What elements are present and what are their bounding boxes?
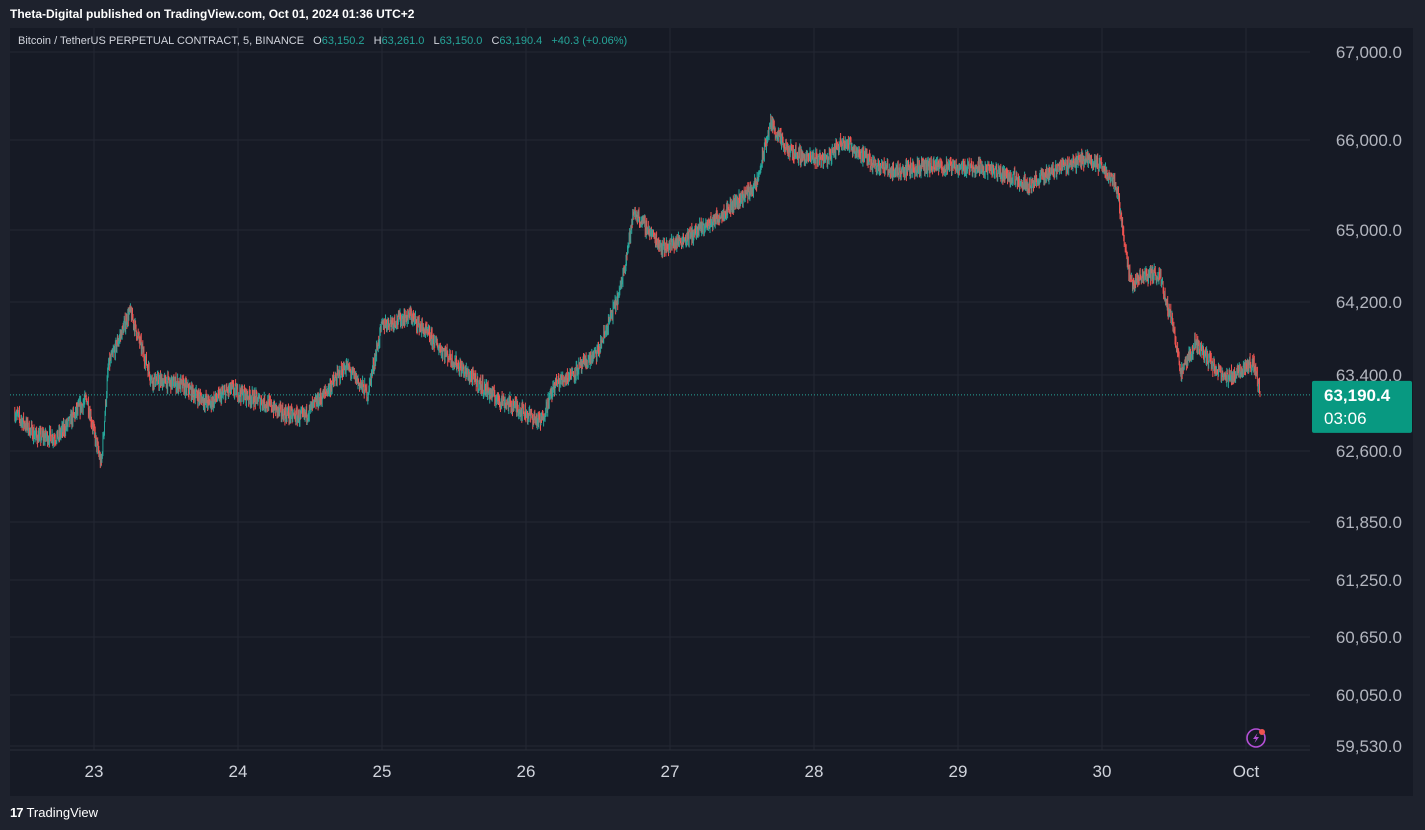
y-tick-label: 61,250.0 [1336, 571, 1402, 590]
x-tick-label: 28 [805, 762, 824, 781]
y-tick-label: 61,850.0 [1336, 513, 1402, 532]
footer-bar: 17 TradingView [0, 796, 1425, 830]
y-tick-label: 64,200.0 [1336, 293, 1402, 312]
y-tick-label: 66,000.0 [1336, 131, 1402, 150]
price-badge-price: 63,190.4 [1324, 386, 1391, 405]
x-tick-label: 23 [85, 762, 104, 781]
y-tick-label: 60,050.0 [1336, 686, 1402, 705]
open-value: 63,150.2 [321, 35, 365, 47]
open-label: O [313, 35, 322, 47]
price-badge: 63,190.4 03:06 [1312, 380, 1412, 433]
y-tick-label: 62,600.0 [1336, 442, 1402, 461]
tradingview-brand[interactable]: 17 TradingView [10, 805, 98, 820]
x-axis[interactable]: 23 24 25 26 27 28 29 30 Oct [85, 762, 1260, 781]
chart-area[interactable]: 67,000.0 66,000.0 65,000.0 64,200.0 63,400.0… [10, 28, 1413, 796]
candlestick-chart[interactable]: 67,000.066,000.065,000.064,200.063,400.0… [10, 28, 1413, 796]
y-tick-label: 60,650.0 [1336, 628, 1402, 647]
published-info: Theta-Digital published on TradingView.c… [10, 7, 415, 21]
x-tick-label: 24 [229, 762, 248, 781]
high-label: H [373, 35, 382, 47]
close-value: 63,190.4 [499, 35, 543, 47]
x-tick-label: Oct [1233, 762, 1260, 781]
x-tick-label: 26 [517, 762, 536, 781]
x-tick-label: 30 [1093, 762, 1112, 781]
brand-name: TradingView [26, 805, 99, 820]
low-value: 63,150.0 [439, 35, 483, 47]
grid [10, 28, 1310, 751]
y-tick-label: 67,000.0 [1336, 43, 1402, 62]
candles [14, 113, 1261, 469]
y-tick-label: 65,000.0 [1336, 221, 1402, 240]
price-badge-countdown: 03:06 [1324, 409, 1367, 428]
lightning-alert-icon[interactable] [1246, 728, 1266, 748]
x-tick-label: 29 [949, 762, 968, 781]
x-tick-label: 27 [661, 762, 680, 781]
symbol-title[interactable]: Bitcoin / TetherUS PERPETUAL CONTRACT, 5… [18, 35, 304, 47]
y-tick-label: 59,530.0 [1336, 737, 1402, 756]
tradingview-logo-icon: 17 [10, 805, 24, 820]
chart-legend: Bitcoin / TetherUS PERPETUAL CONTRACT, 5… [18, 35, 627, 47]
x-tick-label: 25 [373, 762, 392, 781]
change-value: +40.3 (+0.06%) [551, 35, 628, 47]
publisher-bar: Theta-Digital published on TradingView.c… [0, 0, 1425, 28]
high-value: 63,261.0 [381, 35, 425, 47]
